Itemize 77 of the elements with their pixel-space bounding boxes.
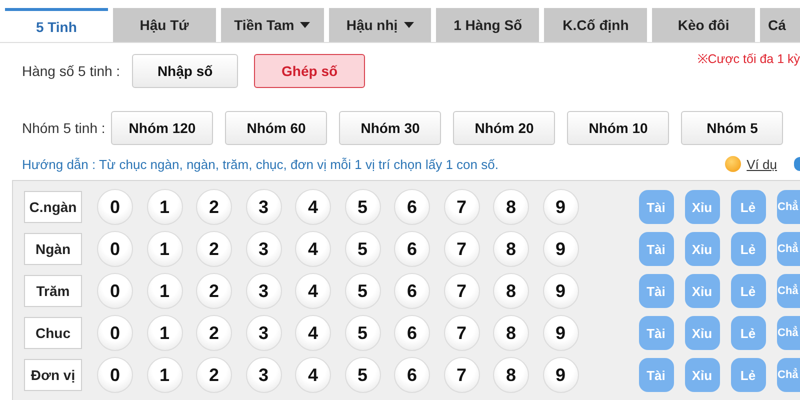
number-ball[interactable]: 5 [344,273,380,309]
number-ball[interactable]: 9 [542,315,578,351]
number-ball[interactable]: 3 [246,273,282,309]
number-ball[interactable]: 8 [493,273,529,309]
number-ball[interactable]: 0 [97,189,133,225]
number-ball[interactable]: 4 [295,357,331,393]
number-ball[interactable]: 7 [444,273,480,309]
group-button[interactable]: Nhóm 60 [225,111,328,145]
position-label: Đơn vị [24,359,82,391]
mode-button[interactable]: Ghép số [254,54,366,88]
number-ball[interactable]: 0 [97,315,133,351]
mode-button[interactable]: Nhập số [132,54,238,88]
group-button[interactable]: Nhóm 30 [339,111,442,145]
number-ball[interactable]: 2 [196,315,232,351]
number-ball[interactable]: 9 [542,357,578,393]
number-ball[interactable]: 7 [444,315,480,351]
tab[interactable]: K.Cố định [544,8,648,42]
number-ball[interactable]: 2 [196,273,232,309]
number-ball[interactable]: 1 [146,357,182,393]
number-ball[interactable]: 3 [246,357,282,393]
number-ball[interactable]: 1 [146,273,182,309]
number-ball[interactable]: 6 [394,315,430,351]
number-ball[interactable]: 3 [246,231,282,267]
tab[interactable]: Hậu Tứ [112,8,216,42]
info-icon [724,156,741,172]
number-ball[interactable]: 1 [146,315,182,351]
example-link[interactable]: Ví dụ [746,156,777,172]
number-ball[interactable]: 0 [97,357,133,393]
number-ball[interactable]: 4 [295,231,331,267]
number-ball[interactable]: 6 [394,357,430,393]
number-ball[interactable]: 2 [196,189,232,225]
number-ball[interactable]: 6 [394,231,430,267]
guide-text: Hướng dẫn : Từ chục ngàn, ngàn, trăm, chục, đơn vị mỗi 1 vị trí chọn lấy 1 con số. [22,156,498,172]
tab[interactable]: Tiền Tam [220,8,324,42]
number-ball[interactable]: 4 [295,273,331,309]
tab[interactable]: Kèo đôi [652,8,756,42]
number-ball[interactable]: 4 [295,189,331,225]
group-button[interactable]: Nhóm 10 [567,111,670,145]
mode-label: Hàng số 5 tinh : [22,63,120,79]
number-ball[interactable]: 8 [493,231,529,267]
group-button[interactable]: Nhóm 120 [111,111,214,145]
group-button[interactable]: Nhóm 5 [681,111,784,145]
number-ball[interactable]: 5 [344,189,380,225]
number-ball[interactable]: 7 [444,189,480,225]
number-ball[interactable]: 9 [542,273,578,309]
number-ball[interactable]: 2 [196,357,232,393]
number-ball[interactable]: 9 [542,231,578,267]
position-label: Ngàn [24,233,82,265]
number-ball[interactable]: 3 [246,315,282,351]
number-ball[interactable]: 5 [344,357,380,393]
number-ball[interactable]: 3 [246,189,282,225]
position-label: C.ngàn [24,191,82,223]
group-button[interactable]: Nhóm 20 [453,111,556,145]
number-ball[interactable]: 5 [344,231,380,267]
number-ball[interactable]: 8 [493,357,529,393]
number-ball[interactable]: 6 [394,189,430,225]
help-icon [794,157,800,171]
number-ball[interactable]: 2 [196,231,232,267]
number-ball[interactable]: 1 [146,189,182,225]
tab[interactable]: Cá [760,8,800,42]
position-label: Chuc [24,317,82,349]
notice-text: ※Cược tối đa 1 kỳ [698,51,800,67]
number-ball[interactable]: 5 [344,315,380,351]
number-ball[interactable]: 8 [493,315,529,351]
number-ball[interactable]: 4 [295,315,331,351]
tab[interactable]: 1 Hàng Số [436,8,540,42]
number-ball[interactable]: 1 [146,231,182,267]
number-ball[interactable]: 7 [444,231,480,267]
number-ball[interactable]: 0 [97,231,133,267]
number-ball[interactable]: 9 [542,189,578,225]
number-ball[interactable]: 8 [493,189,529,225]
position-label: Trăm [24,275,82,307]
number-ball[interactable]: 6 [394,273,430,309]
number-ball[interactable]: 7 [444,357,480,393]
group-label: Nhóm 5 tinh : [22,120,106,136]
tab[interactable]: Hậu nhị [328,8,432,42]
number-ball[interactable]: 0 [97,273,133,309]
